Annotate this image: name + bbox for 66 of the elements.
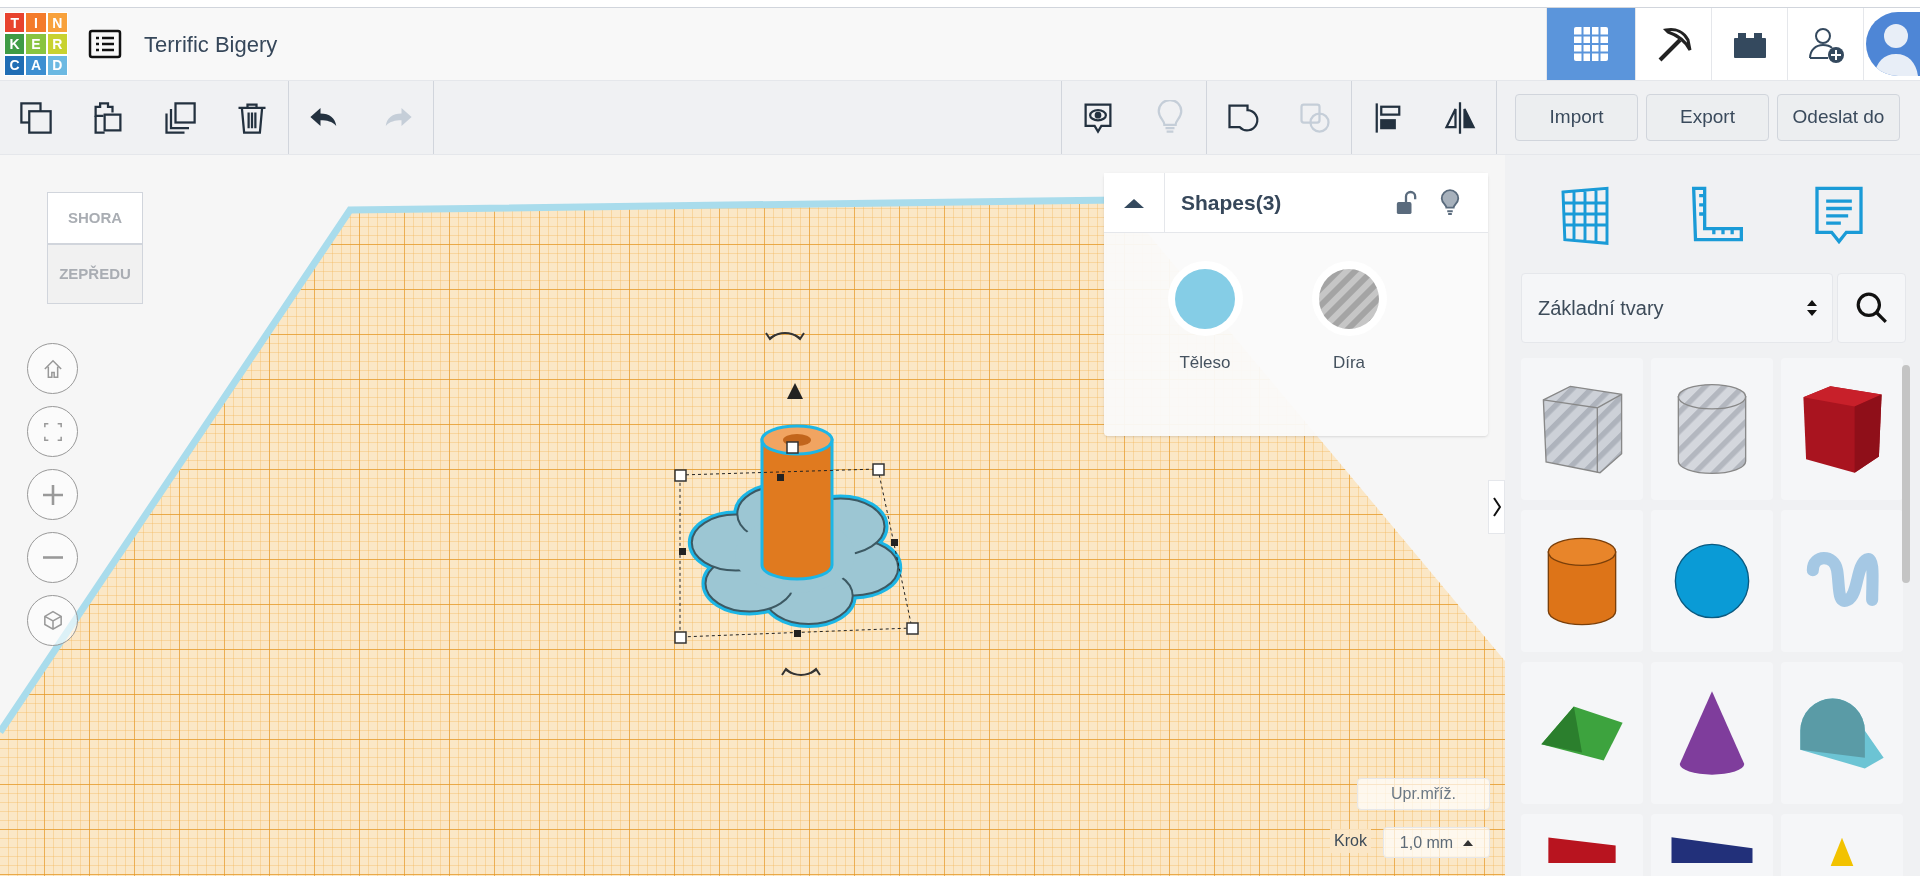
- rotate-arrow-icon[interactable]: [765, 332, 805, 341]
- snap-dropdown[interactable]: 1,0 mm: [1383, 827, 1490, 858]
- sphere-icon: [1674, 543, 1750, 619]
- zoom-out-icon: [42, 556, 63, 559]
- shape-tile[interactable]: [1521, 358, 1643, 500]
- brick-icon: [1547, 836, 1617, 863]
- rotate-arrow-icon[interactable]: [781, 667, 821, 676]
- toolbar-button[interactable]: Odeslat do: [1777, 94, 1900, 141]
- shape-tile[interactable]: [1651, 510, 1773, 652]
- half-cylinder-icon: [1799, 696, 1885, 770]
- mirror-icon: [1442, 99, 1478, 136]
- shape-tile[interactable]: [1521, 662, 1643, 804]
- zoom-in-button[interactable]: [27, 469, 78, 520]
- avatar[interactable]: [1866, 12, 1920, 76]
- home-button[interactable]: [27, 343, 78, 394]
- edit-grid-button[interactable]: Upr.mříž.: [1357, 778, 1490, 810]
- shape-tile[interactable]: [1651, 662, 1773, 804]
- grid-icon: [1571, 24, 1611, 64]
- shape-tile[interactable]: [1651, 358, 1773, 500]
- list-icon: [88, 29, 122, 59]
- striped-cube-icon: [1541, 384, 1623, 474]
- search-icon: [1854, 291, 1889, 325]
- duplicate-icon: [162, 99, 198, 136]
- logo[interactable]: T I N K E R C A D: [4, 12, 68, 76]
- shape-tile[interactable]: [1521, 510, 1643, 652]
- logo-letter: R: [46, 33, 68, 55]
- cylinder-icon: [1547, 536, 1617, 626]
- panel-title: Shapes(3): [1181, 189, 1282, 216]
- unlocked-padlock-icon: [1395, 189, 1417, 216]
- project-title[interactable]: Terrific Bigery: [144, 27, 278, 61]
- logo-letter: K: [4, 33, 26, 55]
- copy-icon: [18, 99, 54, 136]
- category-dropdown[interactable]: Základní tvary: [1521, 273, 1833, 343]
- scrollbar[interactable]: [1902, 365, 1910, 583]
- sort-caret-icon: [1806, 298, 1818, 318]
- lift-arrow-icon[interactable]: [787, 383, 803, 399]
- search-button[interactable]: [1837, 273, 1906, 343]
- striped-cylinder-icon: [1677, 383, 1747, 475]
- lightbulb-icon: [1439, 188, 1461, 217]
- snap-label: Krok: [1330, 829, 1371, 853]
- logo-letter: A: [25, 54, 47, 76]
- pickaxe-view-button[interactable]: [1635, 8, 1711, 80]
- model-drawing[interactable]: [674, 424, 919, 644]
- chevron-right-icon: [1492, 497, 1501, 517]
- caret-icon: [1463, 839, 1474, 846]
- logo-letter: C: [4, 54, 26, 76]
- roof-icon: [1540, 704, 1624, 762]
- logo-letter: N: [46, 12, 68, 34]
- wedge-icon: [1670, 836, 1754, 863]
- shape-tile[interactable]: [1781, 510, 1903, 652]
- shape-tile[interactable]: [1781, 358, 1903, 500]
- logo-letter: E: [25, 33, 47, 55]
- add-user-button[interactable]: [1787, 8, 1863, 80]
- logo-letter: I: [25, 12, 47, 34]
- striped-circle-icon: [1319, 268, 1379, 329]
- solid-circle-icon: [1175, 268, 1235, 329]
- brick-view-button[interactable]: [1711, 8, 1787, 80]
- cone-icon: [1678, 690, 1746, 776]
- toolbar-button[interactable]: Export: [1646, 94, 1769, 141]
- menu-button[interactable]: [88, 29, 122, 59]
- expand-panel-button[interactable]: [1488, 480, 1505, 534]
- cube-icon: [1801, 384, 1883, 474]
- shape-tile[interactable]: [1781, 662, 1903, 804]
- toolbar-button[interactable]: Import: [1515, 94, 1638, 141]
- zoom-in-icon: [42, 484, 63, 505]
- logo-letter: T: [4, 12, 26, 34]
